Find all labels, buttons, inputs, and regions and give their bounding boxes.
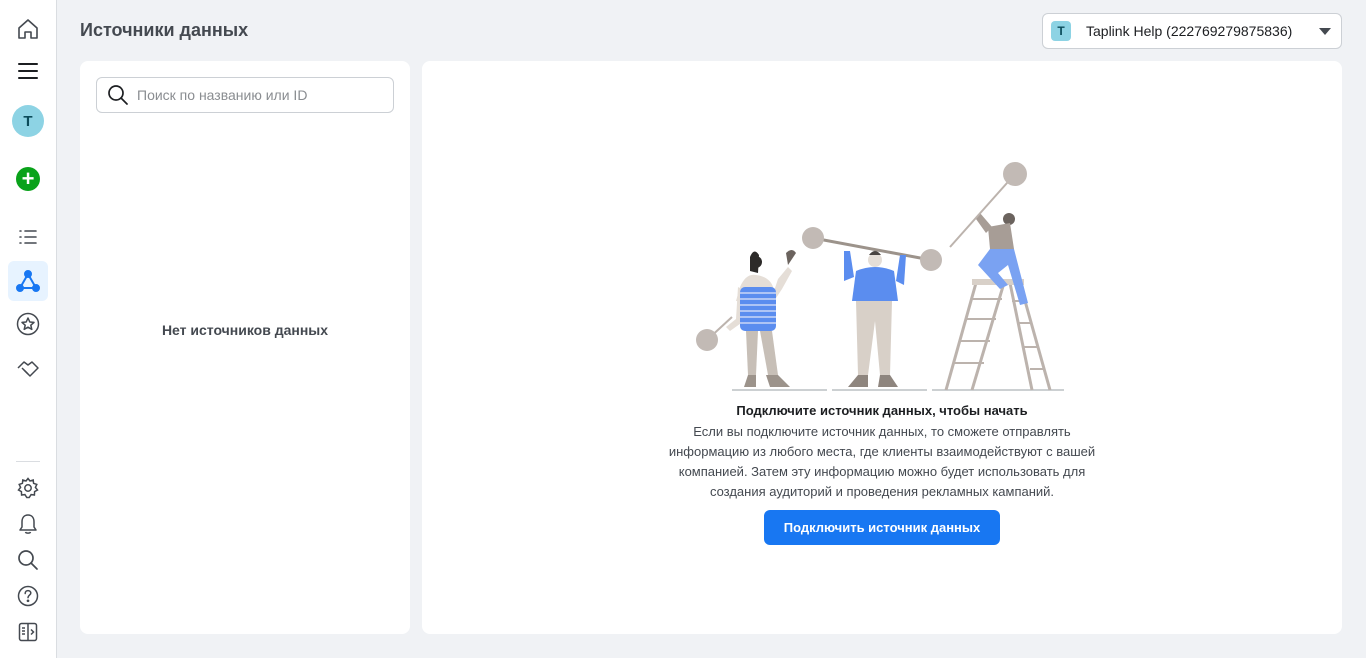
rail-divider — [16, 461, 40, 462]
list-icon — [19, 230, 37, 244]
sources-list-panel: Нет источников данных — [80, 61, 410, 634]
search-input[interactable] — [137, 87, 393, 103]
empty-state-panel: Подключите источник данных, чтобы начать… — [422, 61, 1342, 634]
panel-toggle-icon — [18, 622, 38, 642]
description-line: информацию из любого места, где клиенты … — [668, 444, 1096, 459]
bell-icon — [19, 514, 37, 534]
empty-state-title: Подключите источник данных, чтобы начать — [736, 403, 1028, 418]
menu-icon — [18, 63, 38, 79]
settings-icon — [17, 477, 39, 499]
description-line: компанией. Затем эту информацию можно бу… — [678, 464, 1086, 479]
panel-toggle-button[interactable] — [8, 612, 48, 652]
avatar: T — [12, 105, 44, 137]
chevron-down-icon — [1319, 27, 1331, 35]
settings-button[interactable] — [8, 468, 48, 508]
account-badge: T — [1051, 21, 1071, 41]
empty-state-description: Если вы подключите источник данных, то с… — [632, 422, 1132, 502]
create-button[interactable]: + — [8, 159, 48, 199]
account-name: Taplink Help (222769279875836) — [1086, 23, 1293, 39]
handshake-icon — [17, 361, 39, 377]
notifications-button[interactable] — [8, 504, 48, 544]
search-field[interactable] — [96, 77, 394, 113]
favorites-button[interactable] — [8, 304, 48, 344]
account-selector[interactable]: T Taplink Help (222769279875836) — [1042, 13, 1342, 49]
partners-button[interactable] — [8, 348, 48, 388]
help-icon — [17, 585, 39, 607]
help-button[interactable] — [8, 576, 48, 616]
search-icon — [18, 550, 38, 570]
empty-state-label: Нет источников данных — [161, 322, 329, 338]
account-avatar-button[interactable]: T — [8, 101, 48, 141]
connect-data-source-button[interactable]: Подключить источник данных — [764, 510, 1000, 545]
nav-rail: T + — [0, 0, 57, 658]
description-line: создания аудиторий и проведения рекламны… — [709, 484, 1055, 499]
list-button[interactable] — [8, 217, 48, 257]
home-button[interactable] — [8, 9, 48, 49]
connect-data-illustration — [696, 162, 1064, 391]
create-icon: + — [16, 167, 40, 191]
data-sources-button[interactable] — [8, 261, 48, 301]
data-sources-icon — [16, 270, 40, 292]
description-line: Если вы подключите источник данных, то с… — [693, 424, 1071, 439]
search-icon — [108, 85, 128, 105]
page-title: Источники данных — [80, 20, 249, 40]
search-button[interactable] — [8, 540, 48, 580]
star-icon — [16, 312, 40, 336]
home-icon — [18, 19, 38, 39]
menu-button[interactable] — [8, 51, 48, 91]
